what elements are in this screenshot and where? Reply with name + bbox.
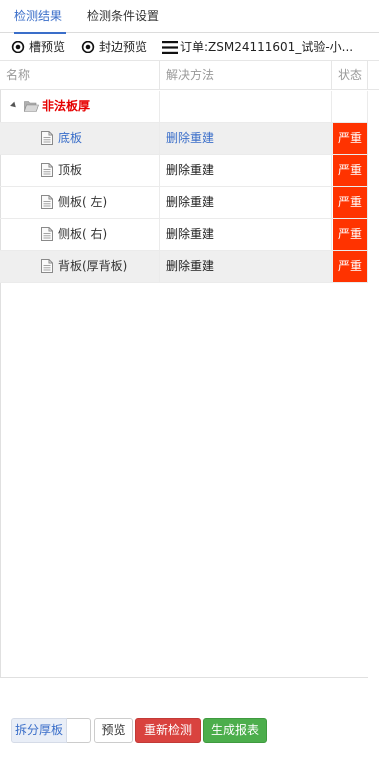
- table-row[interactable]: 侧板( 左) 删除重建 严重: [0, 187, 368, 219]
- action-bar: 拆分厚板 预览 重新检测 生成报表: [0, 712, 379, 752]
- edge-preview-label: 封边预览: [99, 40, 148, 54]
- slot-preview-label: 槽预览: [29, 40, 66, 54]
- folder-open-icon: [24, 101, 39, 112]
- split-thick-board-button[interactable]: 拆分厚板: [11, 718, 67, 743]
- eye-icon: [11, 41, 25, 53]
- item-name-cell: 背板(厚背板): [0, 251, 160, 282]
- group-method-cell: [160, 91, 332, 122]
- menu-icon: [162, 41, 178, 54]
- item-method: 删除重建: [160, 123, 332, 154]
- item-name: 背板(厚背板): [58, 259, 128, 273]
- order-menu-button[interactable]: 订单:ZSM24111601_试验-小...: [162, 38, 372, 56]
- status-badge: 严重: [333, 219, 367, 250]
- table-row[interactable]: 顶板 删除重建 严重: [0, 155, 368, 187]
- tab-detection-result[interactable]: 检测结果: [14, 0, 66, 34]
- item-name-cell: 顶板: [0, 155, 160, 186]
- tab-detection-settings[interactable]: 检测条件设置: [87, 0, 163, 33]
- table-row[interactable]: 侧板( 右) 删除重建 严重: [0, 219, 368, 251]
- table-row[interactable]: 底板 删除重建 严重: [0, 123, 368, 155]
- status-badge: 严重: [333, 123, 367, 154]
- expand-arrow-icon[interactable]: [10, 101, 18, 110]
- column-header-status[interactable]: 状态: [332, 61, 368, 90]
- order-label: 订单:ZSM24111601_试验-小...: [180, 40, 354, 54]
- item-method: 删除重建: [160, 219, 332, 250]
- item-method: 删除重建: [160, 251, 332, 282]
- file-icon: [41, 259, 53, 273]
- table-row[interactable]: 背板(厚背板) 删除重建 严重: [0, 251, 368, 283]
- tab-bar: 检测结果 检测条件设置: [0, 0, 379, 34]
- file-icon: [41, 163, 53, 177]
- eye-icon: [81, 41, 95, 53]
- item-name: 侧板( 右): [58, 227, 108, 241]
- grid-header: 名称 解决方法 状态: [0, 60, 379, 90]
- split-thickness-input[interactable]: [67, 718, 91, 743]
- edge-preview-button[interactable]: 封边预览: [81, 38, 151, 56]
- group-label: 非法板厚: [42, 99, 91, 113]
- toolbar: 槽预览 封边预览 订单:ZSM24111601_试验-小...: [0, 34, 379, 60]
- status-badge: 严重: [333, 251, 367, 282]
- item-status-cell: 严重: [332, 251, 368, 282]
- preview-button[interactable]: 预览: [94, 718, 133, 743]
- grid-scroll-gutter: [368, 60, 379, 678]
- column-header-method[interactable]: 解决方法: [160, 61, 332, 90]
- item-method: 删除重建: [160, 155, 332, 186]
- generate-report-button[interactable]: 生成报表: [203, 718, 267, 743]
- file-icon: [41, 227, 53, 241]
- item-name-cell: 侧板( 右): [0, 219, 160, 250]
- status-badge: 严重: [333, 187, 367, 218]
- item-status-cell: 严重: [332, 123, 368, 154]
- item-status-cell: 严重: [332, 219, 368, 250]
- item-status-cell: 严重: [332, 155, 368, 186]
- tree-group-row[interactable]: 非法板厚: [0, 91, 368, 123]
- slot-preview-button[interactable]: 槽预览: [11, 38, 69, 56]
- status-badge: 严重: [333, 155, 367, 186]
- file-icon: [41, 195, 53, 209]
- column-header-name[interactable]: 名称: [0, 61, 160, 90]
- redetect-button[interactable]: 重新检测: [135, 718, 201, 743]
- item-method: 删除重建: [160, 187, 332, 218]
- item-name: 顶板: [58, 163, 83, 177]
- group-status-cell: [332, 91, 368, 122]
- group-name-cell: 非法板厚: [0, 91, 160, 122]
- item-name-cell: 侧板( 左): [0, 187, 160, 218]
- item-name: 侧板( 左): [58, 195, 108, 209]
- file-icon: [41, 131, 53, 145]
- item-name-cell: 底板: [0, 123, 160, 154]
- item-status-cell: 严重: [332, 187, 368, 218]
- item-name: 底板: [58, 131, 83, 145]
